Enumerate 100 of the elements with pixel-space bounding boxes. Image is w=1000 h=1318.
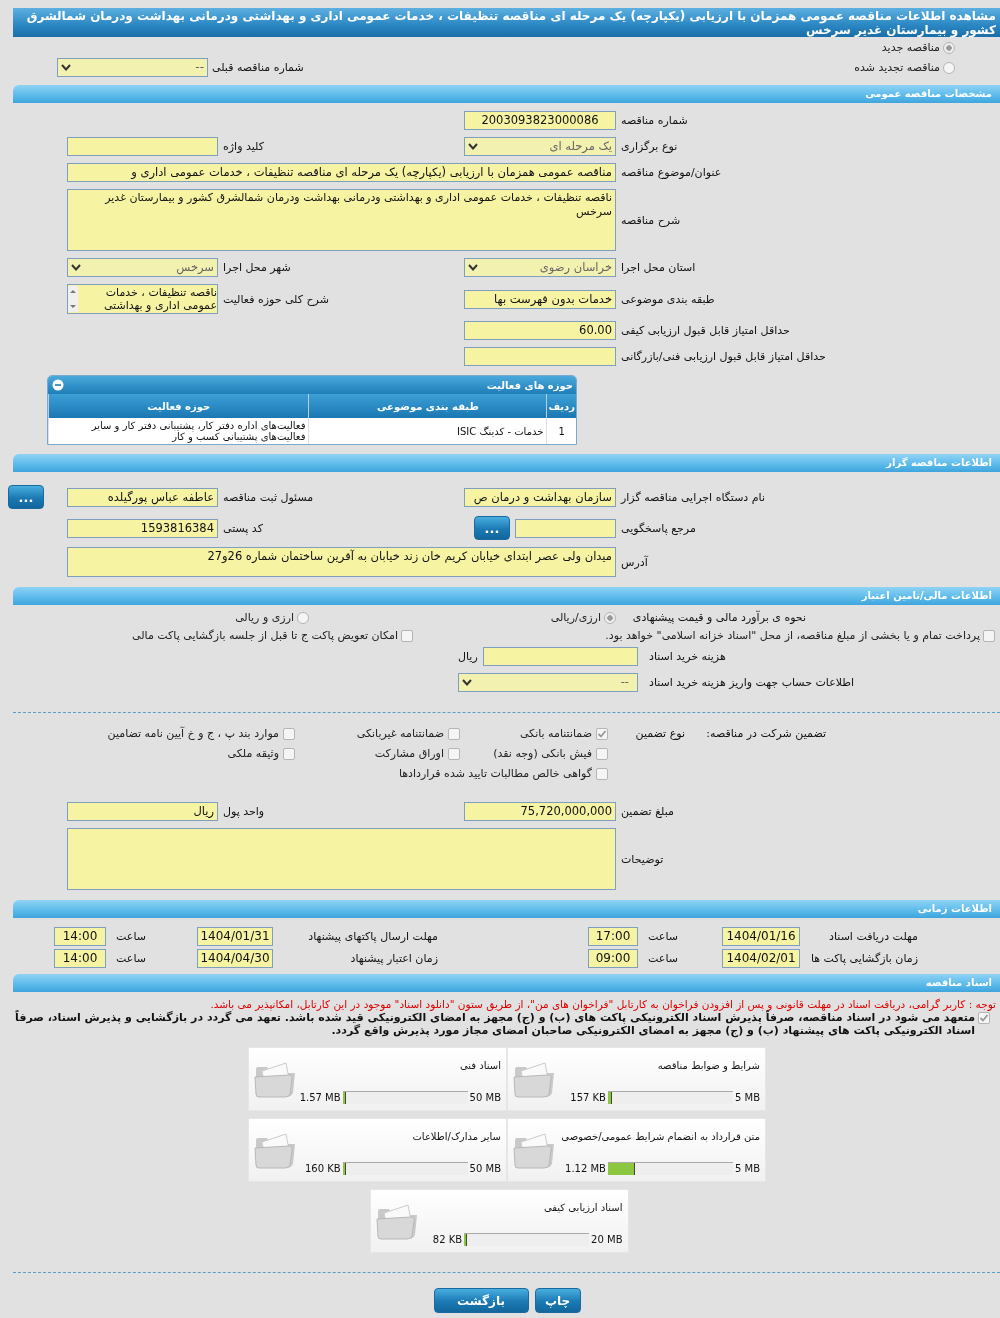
- size-limit: 50 MB: [469, 1092, 501, 1103]
- notice-text: توجه : کاربر گرامی، دریافت اسناد در مهلت قانونی و پس از افزودن فراخوان به کارتابل "فراخوان های من"، از طریق ستون "دانلود اسناد" موجود در این کارتابل، امکانپذیر می باشد.: [209, 997, 997, 1010]
- checkbox[interactable]: [596, 767, 608, 780]
- input-field[interactable]: خدمات بدون فهرست بها: [464, 289, 616, 309]
- dropdown[interactable]: --: [57, 58, 208, 77]
- section-header: اطلاعات مناقصه گزار: [13, 454, 1000, 472]
- option-label: اوراق مشارکت: [374, 747, 444, 760]
- browse-button[interactable]: ...: [474, 516, 510, 540]
- folder-icon: [253, 1059, 297, 1099]
- checkbox[interactable]: [596, 727, 608, 740]
- option-label: گواهی خالص مطالبات تایید شده قراردادها: [398, 767, 592, 780]
- input-field[interactable]: ریال: [67, 802, 218, 821]
- size-used: 1.12 MB: [565, 1163, 606, 1174]
- option-label: مناقصه تجدید شده: [854, 61, 940, 74]
- field-label: ساعت: [115, 952, 146, 965]
- input-field[interactable]: عاطفه عباس پورگیلده: [67, 487, 218, 507]
- radio-button[interactable]: [943, 61, 955, 74]
- text-area[interactable]: میدان ولی عصر ابتدای خیابان کریم خان زند خیابان به آفرین ساختمان شماره 26و27: [67, 547, 616, 577]
- field-label: نحوه ی برآورد مالی و قیمت پیشنهادی: [631, 611, 806, 624]
- input-field[interactable]: 60.00: [464, 321, 616, 340]
- option-label: امکان تعویض پاکت ج تا قبل از جلسه بازگشایی پاکت مالی: [132, 629, 398, 642]
- size-limit: 20 MB: [591, 1234, 623, 1245]
- commitment-text: متعهد می شود در اسناد مناقصه، صرفاً پذیرش اسناد الکترونیکی پاکت های (ب) و (ج) مجهز به امضای الکترونیکی قید شده باشد. تعهد می گردد در بازگشایی و پذیرش اسناد، صرفاً اسناد الکترونیکی پاکت های پیشنهاد (ب) و (ج) مجهز به امضای الکترونیکی صاحبان امضای مجاز مورد پذیرش واقع گردد.: [14, 1011, 975, 1037]
- field-label: شرح کلی حوزه فعالیت: [222, 292, 329, 306]
- input-field[interactable]: 1593816384: [67, 518, 218, 538]
- field-label: نوع برگزاری: [620, 140, 678, 153]
- dropdown[interactable]: سرخس: [67, 258, 218, 277]
- option-label: وثیقه ملکی: [227, 747, 279, 760]
- checkbox[interactable]: [401, 629, 413, 642]
- collapse-icon[interactable]: [52, 379, 64, 391]
- date-field[interactable]: 1404/04/30: [197, 949, 273, 968]
- input-field[interactable]: 75,720,000,000: [464, 802, 616, 821]
- field-label: نام دستگاه اجرایی مناقصه گزار: [619, 490, 765, 504]
- document-title: اسناد ارزیابی کیفی: [542, 1202, 623, 1213]
- folder-icon: [512, 1059, 556, 1099]
- scrollbar-icon: [68, 286, 78, 312]
- time-field[interactable]: 09:00: [588, 949, 638, 968]
- back-button[interactable]: بازگشت: [433, 1288, 529, 1313]
- checkbox[interactable]: [283, 727, 295, 740]
- radio-button[interactable]: [604, 611, 616, 624]
- dropdown[interactable]: خراسان رضوی: [464, 258, 616, 277]
- input-field[interactable]: [482, 647, 638, 666]
- print-button[interactable]: چاپ: [534, 1288, 581, 1313]
- input-field[interactable]: [464, 347, 616, 366]
- column-header: ردیف: [546, 394, 576, 418]
- time-field[interactable]: 14:00: [54, 949, 106, 968]
- option-label: فیش بانکی (وجه نقد): [493, 747, 592, 760]
- checkbox[interactable]: [596, 747, 608, 760]
- field-label: توضیحات: [620, 852, 664, 866]
- option-label: ارزی/ریالی: [550, 611, 601, 624]
- field-label: هزینه خرید اسناد: [648, 650, 726, 663]
- field-label: استان محل اجرا: [620, 261, 696, 274]
- caret-icon: [71, 264, 81, 271]
- column-header: طبقه بندی موضوعی: [308, 394, 547, 418]
- section-header: اسناد مناقصه: [13, 974, 1000, 992]
- field-label: شرح مناقصه: [620, 213, 681, 227]
- field-label: شماره مناقصه قبلی: [211, 61, 305, 74]
- checkbox[interactable]: [448, 727, 460, 740]
- field-label: مسئول ثبت مناقصه: [222, 490, 314, 504]
- input-field[interactable]: سازمان بهداشت و درمان ص: [464, 487, 616, 507]
- radio-button[interactable]: [297, 611, 309, 624]
- date-field[interactable]: 1404/01/31: [197, 927, 273, 946]
- browse-button[interactable]: ...: [8, 485, 44, 509]
- field-label: واحد پول: [222, 805, 265, 818]
- size-limit: 5 MB: [734, 1163, 760, 1174]
- checkbox[interactable]: [978, 1012, 990, 1024]
- option-label: موارد بند پ ، ج و خ آیین نامه تضامین: [107, 727, 279, 740]
- caret-icon: [462, 679, 472, 686]
- field-label: تضمین شرکت در مناقصه:: [705, 727, 826, 740]
- date-field[interactable]: 1404/01/16: [722, 927, 800, 946]
- input-field[interactable]: مناقصه عمومی همزمان با ارزیابی (یکپارچه) یک مرحله ای مناقصه تنظیفات ، خدمات عمومی اداری و: [67, 163, 616, 182]
- field-label: زمان بازگشایی پاکت ها: [809, 952, 918, 965]
- field-label: کلید واژه: [222, 140, 264, 153]
- field-label: مهلت دریافت اسناد: [828, 930, 918, 943]
- table-cell: فعالیت‌های اداره دفتر کار، پشتیبانی دفتر کار و سایر فعالیت‌های پشتیبانی کسب و کار: [48, 418, 309, 444]
- table-cell: 1: [546, 418, 576, 444]
- input-field[interactable]: [67, 137, 218, 156]
- document-title: اسناد فنی: [459, 1060, 501, 1071]
- field-label: عنوان/موضوع مناقصه: [620, 166, 722, 179]
- list-box[interactable]: ناقصه تنظیفات ، خدمات عمومی اداری و بهداشتی: [67, 284, 218, 314]
- field-label: حداقل امتیاز قابل قبول ارزیابی فنی/بازرگانی: [620, 350, 826, 363]
- checkbox[interactable]: [283, 747, 295, 760]
- dropdown[interactable]: --: [458, 673, 638, 692]
- date-field[interactable]: 1404/02/01: [722, 949, 800, 968]
- dropdown[interactable]: یک مرحله ای: [464, 137, 616, 156]
- radio-button[interactable]: [943, 41, 955, 54]
- folder-icon: [512, 1130, 556, 1170]
- field-label: حداقل امتیاز قابل قبول ارزیابی کیفی: [620, 324, 790, 337]
- text-area[interactable]: ناقصه تنظیفات ، خدمات عمومی اداری و بهداشتی ودرمانی بهداشت ودرمان شمالشرق کشور و بیمارستان غدیر سرخس: [67, 189, 616, 251]
- input-field[interactable]: [515, 518, 616, 538]
- section-header: اطلاعات مالی/تامین اعتبار: [13, 587, 1000, 605]
- input-field[interactable]: 2003093823000086: [464, 111, 616, 130]
- column-header: حوزه فعالیت: [48, 394, 309, 418]
- text-area[interactable]: [67, 828, 616, 890]
- option-label: ارزی و ریالی: [235, 611, 294, 624]
- time-field[interactable]: 17:00: [588, 927, 638, 946]
- checkbox[interactable]: [983, 629, 995, 642]
- time-field[interactable]: 14:00: [54, 927, 106, 946]
- checkbox[interactable]: [448, 747, 460, 760]
- field-label: آدرس: [620, 555, 648, 569]
